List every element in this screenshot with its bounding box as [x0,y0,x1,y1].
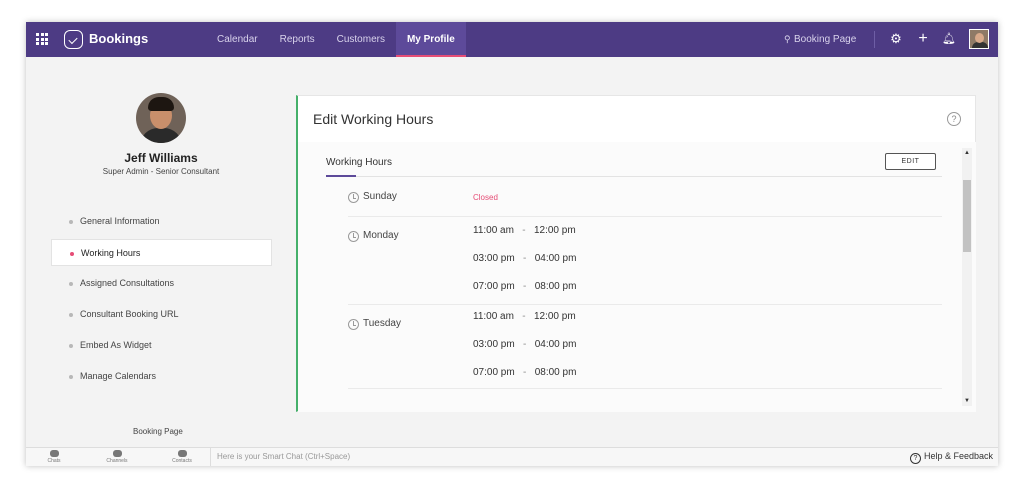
top-navigation-bar: Bookings Calendar Reports Customers My P… [26,22,998,57]
time-slot: 03:00 pm -04:00 pm [473,339,577,350]
scroll-up-icon[interactable]: ▲ [962,148,972,158]
day-label: Monday [363,230,399,241]
working-hours-panel: Working Hours EDIT ▲ ▼ Sunday Closed Mon… [298,142,976,412]
card-title: Edit Working Hours [313,111,434,127]
contacts-icon [177,450,187,457]
chats-button[interactable]: Chats [34,450,74,464]
user-avatar[interactable] [969,29,989,49]
help-icon[interactable]: ? [947,112,961,126]
day-row-sunday: Sunday Closed [348,189,942,217]
smart-chat-input[interactable]: Here is your Smart Chat (Ctrl+Space) [217,452,350,461]
bottom-bar: Chats Channels Contacts Here is your Sma… [26,447,998,466]
app-window: Bookings Calendar Reports Customers My P… [26,22,998,466]
help-icon: ? [909,453,921,464]
gear-icon[interactable]: ⚙ [888,31,904,47]
time-slot: 07:00 pm -08:00 pm [473,367,577,378]
left-booking-page-link[interactable]: Booking Page [133,427,183,436]
channels-button[interactable]: Channels [97,450,137,464]
menu-embed-as-widget[interactable]: Embed As Widget [51,332,272,359]
edit-working-hours-card: Edit Working Hours ? Working Hours EDIT … [296,95,976,412]
topbar-divider [874,31,875,48]
chat-icon [49,450,59,457]
help-feedback-button[interactable]: ? Help & Feedback [909,451,993,464]
nav-my-profile[interactable]: My Profile [395,22,466,57]
profile-avatar [136,93,186,143]
time-slot: 03:00 pm -04:00 pm [473,253,577,264]
nav-reports[interactable]: Reports [269,22,326,57]
apps-grid-icon[interactable] [36,33,48,45]
contacts-button[interactable]: Contacts [162,450,202,464]
nav-calendar[interactable]: Calendar [206,22,269,57]
day-name: Tuesday [348,318,401,330]
plus-icon[interactable]: + [915,31,931,47]
tab-active-indicator [326,175,356,177]
main-nav: Calendar Reports Customers My Profile [206,22,466,57]
day-name: Sunday [348,191,397,203]
bell-icon[interactable]: 🔔︎ [941,31,957,47]
menu-manage-calendars[interactable]: Manage Calendars [51,363,272,390]
day-row-monday: Monday 11:00 am -12:00 pm 03:00 pm -04:00 … [348,217,942,305]
tab-divider [326,176,942,177]
nav-customers[interactable]: Customers [326,22,396,57]
clock-icon [348,192,359,203]
menu-general-information[interactable]: General Information [51,208,272,235]
day-label: Tuesday [363,318,401,329]
app-title: Bookings [89,31,149,46]
time-slot: 07:00 pm -08:00 pm [473,281,577,292]
clock-icon [348,231,359,242]
closed-status: Closed [473,193,498,202]
channels-icon [112,450,122,457]
booking-page-link[interactable]: ⚲ Booking Page [784,22,856,57]
booking-page-link-label: Booking Page [794,34,857,45]
day-name: Monday [348,230,399,242]
scrollbar-thumb[interactable] [963,180,971,252]
clock-icon [348,319,359,330]
scroll-down-icon[interactable]: ▼ [962,396,972,406]
edit-button[interactable]: EDIT [885,153,936,170]
profile-role: Super Admin - Senior Consultant [102,167,220,176]
bookings-logo-icon [64,30,83,49]
scrollbar[interactable]: ▲ ▼ [962,148,972,406]
profile-menu: General Information Working Hours Assign… [51,208,272,394]
day-label: Sunday [363,191,397,202]
menu-assigned-consultations[interactable]: Assigned Consultations [51,270,272,297]
menu-working-hours[interactable]: Working Hours [51,239,272,266]
tab-working-hours[interactable]: Working Hours [326,157,392,168]
time-slot: 11:00 am -12:00 pm [473,311,576,322]
bottom-bar-divider [210,448,211,466]
menu-consultant-booking-url[interactable]: Consultant Booking URL [51,301,272,328]
profile-name: Jeff Williams [124,151,198,165]
time-slot: 11:00 am -12:00 pm [473,225,576,236]
day-row-tuesday: Tuesday 11:00 am -12:00 pm 03:00 pm -04:00… [348,305,942,389]
pin-icon: ⚲ [784,34,791,44]
